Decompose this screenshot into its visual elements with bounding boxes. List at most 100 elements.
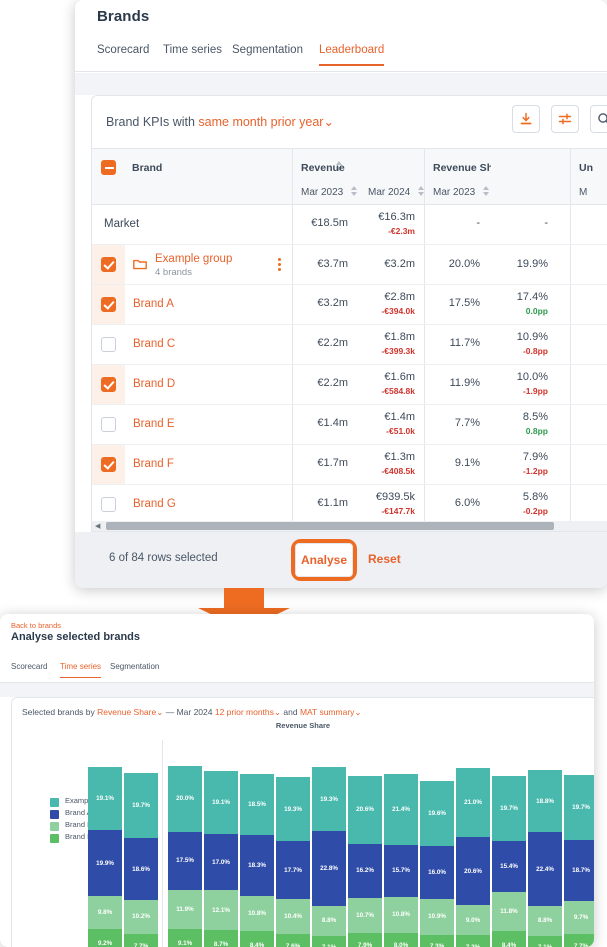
chevron-down-icon[interactable]: ⌄	[354, 707, 361, 717]
chart-bar[interactable]: 19.6% 16.0% 10.9% 7.3%	[420, 781, 454, 947]
row-checkbox[interactable]	[101, 417, 116, 432]
table-row-example-group[interactable]: Example group 4 brands €3.7m €3.2m 20.0%…	[92, 245, 607, 285]
row-label[interactable]: Brand D	[133, 378, 175, 390]
row-label[interactable]: Brand G	[133, 498, 176, 510]
download-button[interactable]	[512, 105, 540, 133]
chart-bar-label: 9.2%	[97, 940, 113, 947]
row-checkbox[interactable]	[101, 457, 116, 472]
table-row-brand-a[interactable]: Brand A €3.2m €2.8m -€394.0k 17.5% 17.4%…	[92, 285, 607, 325]
chart-bar-segment: 10.7%	[348, 897, 382, 933]
cell-share-cur: 7.9%	[522, 451, 548, 463]
scroll-left-arrow[interactable]: ◀	[95, 522, 100, 530]
tab-underlay	[75, 73, 607, 95]
chart-bar[interactable]: 19.7% 18.7% 9.7% 7.7%	[564, 774, 594, 947]
chart-bar[interactable]: 19.3% 17.7% 10.4% 7.6%	[276, 777, 310, 947]
divider	[570, 245, 571, 284]
table-row-market[interactable]: Market €18.5m €16.3m -€2.3m - -	[92, 205, 607, 245]
chart-bar-label: 10.2%	[132, 913, 150, 921]
tab-time-series[interactable]: Time series	[60, 662, 102, 678]
chart-bar-label: 18.5%	[248, 800, 266, 808]
download-icon	[520, 112, 532, 125]
kpi-comparison-dropdown[interactable]: same month prior year	[198, 115, 323, 129]
row-label[interactable]: Brand E	[133, 418, 175, 430]
tab-segmentation[interactable]: Segmentation	[232, 44, 303, 64]
divider	[570, 405, 571, 444]
col-brand-label: Brand	[132, 162, 163, 174]
metric-dropdown[interactable]: Revenue Share	[97, 707, 156, 717]
divider	[570, 285, 571, 324]
chart-plot-area: 19.1%19.9%9.8%9.2%Apr 2022Mar 202319.7%1…	[84, 736, 594, 947]
chart-bar-label: 10.8%	[248, 909, 266, 917]
chart-bar[interactable]: 19.7% 15.4% 11.8% 8.4%	[492, 776, 526, 947]
chart-bar-segment: 12.1%	[204, 890, 238, 931]
chart-bar-label: 17.0%	[212, 858, 230, 866]
chart-bar-segment: 10.4%	[276, 899, 310, 934]
row-checkbox[interactable]	[101, 377, 116, 392]
cell-rev-prev: €3.7m	[317, 258, 348, 270]
brands-tabs: Scorecard Time series Segmentation Leade…	[75, 44, 607, 72]
chart-bar[interactable]: 21.4% 15.7% 10.8% 8.0%	[384, 774, 418, 947]
cell-rev-prev: €2.2m	[317, 337, 348, 349]
chart-bar-segment: 18.5%	[240, 773, 274, 835]
chart-bar-segment: 8.0%	[384, 932, 418, 947]
summary-dropdown[interactable]: MAT summary	[300, 707, 354, 717]
row-checkbox[interactable]	[101, 497, 116, 512]
table-row-brand-g[interactable]: Brand G €1.1m €939.5k -€147.7k 6.0% 5.8%…	[92, 485, 607, 525]
divider	[292, 205, 293, 244]
cell-share-cur: 17.4%	[516, 291, 548, 303]
tab-time-series[interactable]: Time series	[163, 44, 222, 64]
chart-bar-label: 8.4%	[249, 941, 265, 947]
chart-bar[interactable]: 19.3% 22.8% 8.8% 7.1%	[312, 767, 346, 947]
chart-bar[interactable]: 19.7% 18.6% 10.2% 7.7%	[124, 773, 158, 947]
kpi-prefix-label: Brand KPIs with	[106, 115, 199, 129]
cell-share-cur: 5.8%	[522, 491, 548, 503]
horizontal-scrollbar[interactable]: ◀	[92, 521, 607, 531]
row-label[interactable]: Brand C	[133, 338, 175, 350]
row-checkbox[interactable]	[101, 297, 116, 312]
chart-bar[interactable]: 19.1% 17.0% 12.1% 8.7%	[204, 770, 238, 947]
cell-share-prev: 6.0%	[454, 497, 480, 509]
row-label[interactable]: Brand F	[133, 458, 174, 470]
search-button[interactable]	[590, 105, 607, 133]
cell-share-delta: 0.0pp	[525, 306, 548, 316]
tab-leaderboard[interactable]: Leaderboard	[319, 44, 385, 66]
table-row-brand-d[interactable]: Brand D €2.2m €1.6m -€584.8k 11.9% 10.0%…	[92, 365, 607, 405]
analyse-button[interactable]: Analyse	[295, 543, 353, 577]
chevron-down-icon[interactable]: ⌄	[323, 115, 333, 129]
sorted-column-shade	[491, 149, 570, 204]
chart-bar[interactable]: 20.0% 17.5% 11.9% 9.1%	[168, 765, 202, 947]
sort-rev-prev-icon[interactable]	[351, 186, 358, 196]
divider	[292, 325, 293, 364]
chart-bar[interactable]: 18.5% 18.3% 10.8% 8.4%	[240, 773, 274, 947]
sort-share-prev-icon[interactable]	[483, 186, 490, 196]
chart-bar-label: 10.7%	[356, 911, 374, 919]
legend-swatch-icon	[50, 798, 59, 807]
reset-button[interactable]: Reset	[368, 552, 401, 566]
chart-bar-label: 8.8%	[537, 917, 553, 925]
chart-bar[interactable]: 19.1% 19.9% 9.8% 9.2%	[88, 767, 122, 947]
back-to-brands-link[interactable]: Back to brands	[11, 621, 61, 630]
period-dropdown[interactable]: 12 prior months	[215, 707, 274, 717]
tab-segmentation[interactable]: Segmentation	[110, 662, 159, 677]
select-all-checkbox[interactable]	[101, 160, 116, 175]
table-row-brand-c[interactable]: Brand C €2.2m €1.8m -€399.3k 11.7% 10.9%…	[92, 325, 607, 365]
chevron-down-icon[interactable]: ⌄	[274, 707, 281, 717]
row-label[interactable]: Brand A	[133, 298, 174, 310]
cell-share-cur: 10.0%	[516, 371, 548, 383]
row-label[interactable]: Example group	[155, 253, 232, 265]
chart-bar[interactable]: 21.0% 20.6% 9.0% 7.2%	[456, 767, 490, 947]
table-row-brand-f[interactable]: Brand F €1.7m €1.3m -€408.5k 9.1% 7.9% -…	[92, 445, 607, 485]
chart-bar[interactable]: 18.8% 22.4% 8.8% 7.1%	[528, 770, 562, 947]
column-settings-button[interactable]	[551, 105, 579, 133]
chart-bar-label: 7.7%	[573, 942, 589, 947]
table-row-brand-e[interactable]: Brand E €1.4m €1.4m -€51.0k 7.7% 8.5% 0.…	[92, 405, 607, 445]
tab-scorecard[interactable]: Scorecard	[97, 44, 149, 64]
scrollbar-thumb[interactable]	[106, 522, 554, 530]
chart-bar[interactable]: 20.6% 16.2% 10.7% 7.9%	[348, 775, 382, 947]
cell-rev-prev: €2.2m	[317, 377, 348, 389]
row-checkbox[interactable]	[101, 337, 116, 352]
chart-bar-label: 19.3%	[320, 795, 338, 803]
row-checkbox[interactable]	[101, 257, 116, 272]
divider	[570, 445, 571, 484]
tab-scorecard[interactable]: Scorecard	[11, 662, 47, 677]
